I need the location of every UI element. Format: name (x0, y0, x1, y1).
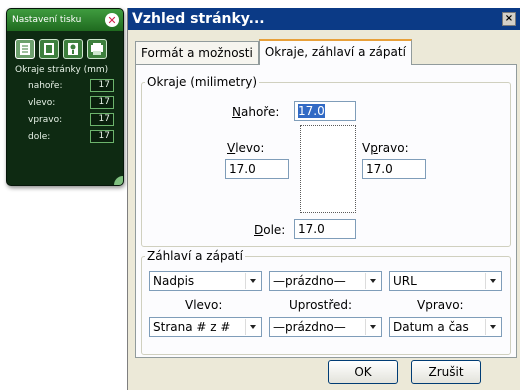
footer-right-select[interactable]: Datum a čas (389, 317, 502, 337)
footer-center-select[interactable]: —prázdno— (269, 317, 382, 337)
left-margin-label-text: levo: (235, 141, 265, 155)
panel-row-top: nahoře: 17 (7, 75, 123, 92)
top-margin-label: Nahoře: (232, 105, 280, 119)
panel-label-top: nahoře: (28, 80, 63, 91)
top-margin-label-text: ahoře: (240, 105, 280, 119)
header-left-select[interactable]: Nadpis (149, 271, 262, 291)
top-margin-value: 17.0 (298, 104, 325, 118)
panel-row-bottom: dole: 17 (7, 126, 123, 143)
ok-button[interactable]: OK (328, 360, 398, 384)
page-format-icon[interactable] (15, 39, 35, 59)
resize-grip[interactable] (114, 176, 123, 185)
panel-row-right: vpravo: 17 (7, 109, 123, 126)
panel-title: Nastavení tisku (12, 15, 82, 25)
cancel-button[interactable]: Zrušit (411, 360, 481, 384)
panel-label-left: vlevo: (28, 97, 56, 108)
footer-center-value: —prázdno— (273, 320, 346, 334)
tab-panel: Okraje (milimetry) Nahoře: 17.0 Vlevo: 1… (135, 64, 517, 358)
bottom-margin-label-text: ole: (263, 223, 286, 237)
right-margin-label-text: ravo: (377, 141, 409, 155)
header-center-value: —prázdno— (273, 274, 346, 288)
chevron-down-icon[interactable] (485, 319, 500, 335)
page-preview (300, 125, 356, 213)
footer-left-select[interactable]: Strana # z # (149, 317, 262, 337)
tab-format-options[interactable]: Formát a možnosti (135, 41, 259, 65)
page-setup-dialog: Vzhled stránky... × Formát a možnosti Ok… (127, 8, 520, 390)
page-icon[interactable] (39, 39, 59, 59)
panel-input-top[interactable]: 17 (90, 79, 114, 92)
header-left-value: Nadpis (153, 274, 195, 288)
chevron-down-icon[interactable] (365, 273, 380, 289)
right-margin-input[interactable]: 17.0 (362, 159, 426, 179)
chevron-down-icon[interactable] (485, 273, 500, 289)
footer-right-col-label: Vpravo: (417, 298, 464, 312)
close-icon[interactable]: × (502, 12, 516, 26)
footer-left-value: Strana # z # (153, 320, 231, 334)
header-right-select[interactable]: URL (389, 271, 502, 291)
bottom-margin-input[interactable]: 17.0 (294, 219, 356, 239)
left-margin-input[interactable]: 17.0 (225, 159, 289, 179)
left-margin-label: Vlevo: (227, 141, 265, 155)
header-right-value: URL (393, 274, 417, 288)
panel-header[interactable]: Nastavení tisku ✕ (7, 9, 123, 31)
footer-right-value: Datum a čas (393, 320, 469, 334)
top-margin-input[interactable]: 17.0 (294, 101, 356, 121)
dialog-title-bar[interactable]: Vzhled stránky... × (128, 8, 520, 30)
print-settings-panel: Nastavení tisku ✕ Okraje stránky (mm) na… (6, 8, 124, 186)
panel-close-icon[interactable]: ✕ (105, 13, 119, 27)
panel-input-bottom[interactable]: 17 (90, 130, 114, 143)
panel-input-left[interactable]: 17 (90, 96, 114, 109)
chevron-down-icon[interactable] (245, 319, 260, 335)
margins-group-label: Okraje (milimetry) (147, 75, 258, 89)
headers-footers-group-label: Záhlaví a zápatí (147, 249, 243, 263)
tab-margins-headers[interactable]: Okraje, záhlaví a zápatí (258, 39, 412, 65)
dialog-title: Vzhled stránky... (132, 11, 265, 27)
footer-icon[interactable] (87, 39, 107, 59)
panel-input-right[interactable]: 17 (90, 113, 114, 126)
tab-strip: Formát a možnosti Okraje, záhlaví a zápa… (135, 39, 412, 65)
chevron-down-icon[interactable] (245, 273, 260, 289)
panel-label-bottom: dole: (28, 131, 51, 142)
bottom-margin-label: Dole: (254, 223, 286, 237)
panel-label-right: vpravo: (28, 114, 63, 125)
header-center-select[interactable]: —prázdno— (269, 271, 382, 291)
right-margin-label: Vpravo: (362, 141, 409, 155)
chevron-down-icon[interactable] (365, 319, 380, 335)
footer-center-col-label: Uprostřed: (289, 298, 353, 312)
panel-toolbar (7, 31, 123, 59)
panel-subtitle: Okraje stránky (mm) (15, 65, 109, 75)
panel-row-left: vlevo: 17 (7, 92, 123, 109)
footer-left-col-label: Vlevo: (185, 298, 223, 312)
header-icon[interactable] (63, 39, 83, 59)
